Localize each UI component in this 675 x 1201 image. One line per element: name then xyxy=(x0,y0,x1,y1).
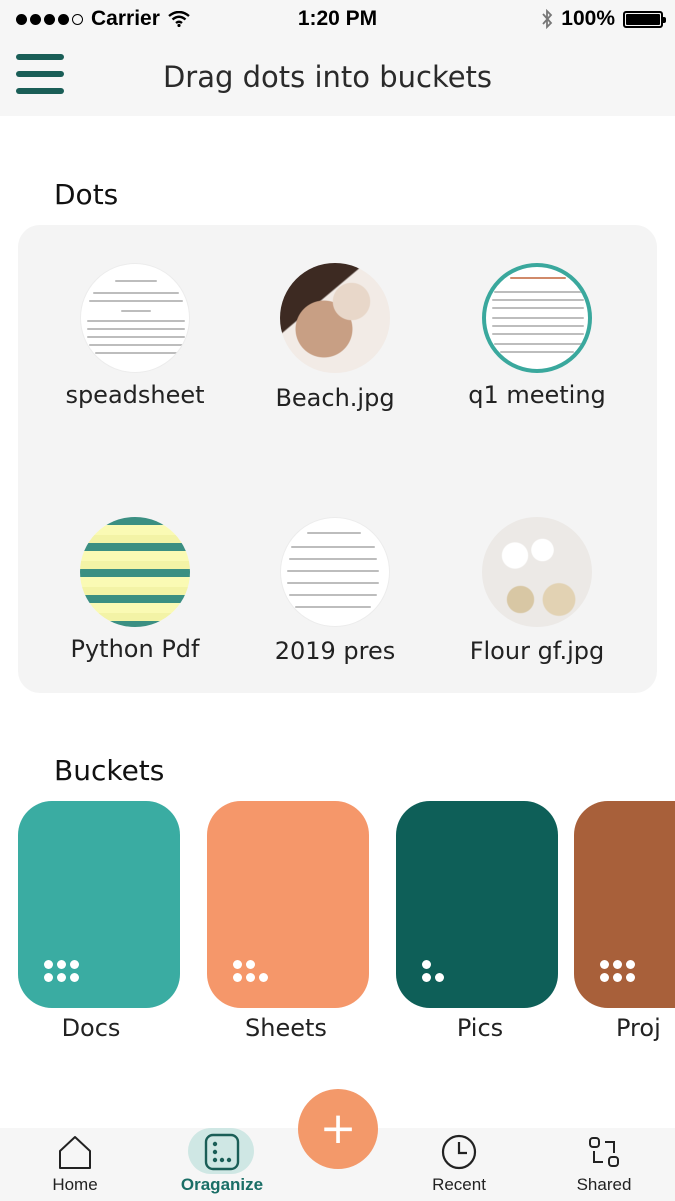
dot-item-python-pdf[interactable]: Python Pdf xyxy=(40,517,230,663)
dot-item-flour-gf[interactable]: Flour gf.jpg xyxy=(442,517,632,665)
home-icon xyxy=(55,1132,95,1172)
dot-item-2019-pres[interactable]: 2019 pres xyxy=(240,517,430,665)
battery-percent: 100% xyxy=(561,7,615,30)
nav-organize[interactable]: Oraganize xyxy=(167,1128,277,1195)
document-thumbnail xyxy=(80,263,190,373)
status-right: 100% xyxy=(541,7,666,31)
app-header: Drag dots into buckets xyxy=(0,40,675,116)
dot-label: Python Pdf xyxy=(70,635,200,663)
document-thumbnail xyxy=(280,517,390,627)
organize-icon xyxy=(188,1128,254,1174)
buckets-section-title: Buckets xyxy=(54,754,165,787)
page-title: Drag dots into buckets xyxy=(162,60,493,94)
dot-label: Flour gf.jpg xyxy=(469,637,605,665)
bucket-sheets[interactable] xyxy=(207,801,369,1008)
dot-label: Beach.jpg xyxy=(275,384,395,412)
dot-label: q1 meeting xyxy=(468,381,606,409)
dot-item-q1-meeting[interactable]: q1 meeting xyxy=(442,263,632,409)
nav-shared[interactable]: Shared xyxy=(549,1132,659,1195)
bucket-label-proj: Proj xyxy=(616,1014,661,1042)
dots-panel: speadsheet Beach.jpg q1 meeting Python P… xyxy=(18,225,657,693)
clock-icon xyxy=(439,1132,479,1172)
bucket-proj[interactable] xyxy=(574,801,675,1008)
bucket-count-icon xyxy=(233,960,268,982)
photo-thumbnail xyxy=(280,263,390,373)
nav-label: Shared xyxy=(576,1175,632,1194)
nav-label: Recent xyxy=(432,1175,486,1194)
bucket-docs[interactable] xyxy=(18,801,180,1008)
bucket-pics[interactable] xyxy=(396,801,558,1008)
dot-label: 2019 pres xyxy=(274,637,396,665)
document-thumbnail xyxy=(482,263,592,373)
dots-section-title: Dots xyxy=(54,178,119,211)
dot-label: speadsheet xyxy=(65,381,205,409)
nav-recent[interactable]: Recent xyxy=(404,1132,514,1195)
bucket-count-icon xyxy=(44,960,79,982)
photo-thumbnail xyxy=(482,517,592,627)
bucket-count-icon xyxy=(600,960,635,982)
bucket-label-pics: Pics xyxy=(456,1014,504,1042)
pdf-thumbnail xyxy=(80,517,190,627)
status-bar: Carrier 1:20 PM 100% xyxy=(0,0,675,40)
add-button[interactable]: + xyxy=(298,1089,378,1169)
bucket-label-docs: Docs xyxy=(61,1014,121,1042)
nav-label: Home xyxy=(52,1175,98,1194)
dot-item-speadsheet[interactable]: speadsheet xyxy=(40,263,230,409)
plus-icon: + xyxy=(319,1103,357,1154)
bucket-label-sheets: Sheets xyxy=(245,1014,327,1042)
share-icon xyxy=(584,1132,624,1172)
dot-item-beach[interactable]: Beach.jpg xyxy=(240,263,430,412)
nav-label: Oraganize xyxy=(180,1175,264,1194)
nav-home[interactable]: Home xyxy=(20,1132,130,1195)
bucket-count-icon xyxy=(422,960,457,982)
battery-icon xyxy=(623,10,666,28)
bluetooth-icon xyxy=(542,9,553,29)
